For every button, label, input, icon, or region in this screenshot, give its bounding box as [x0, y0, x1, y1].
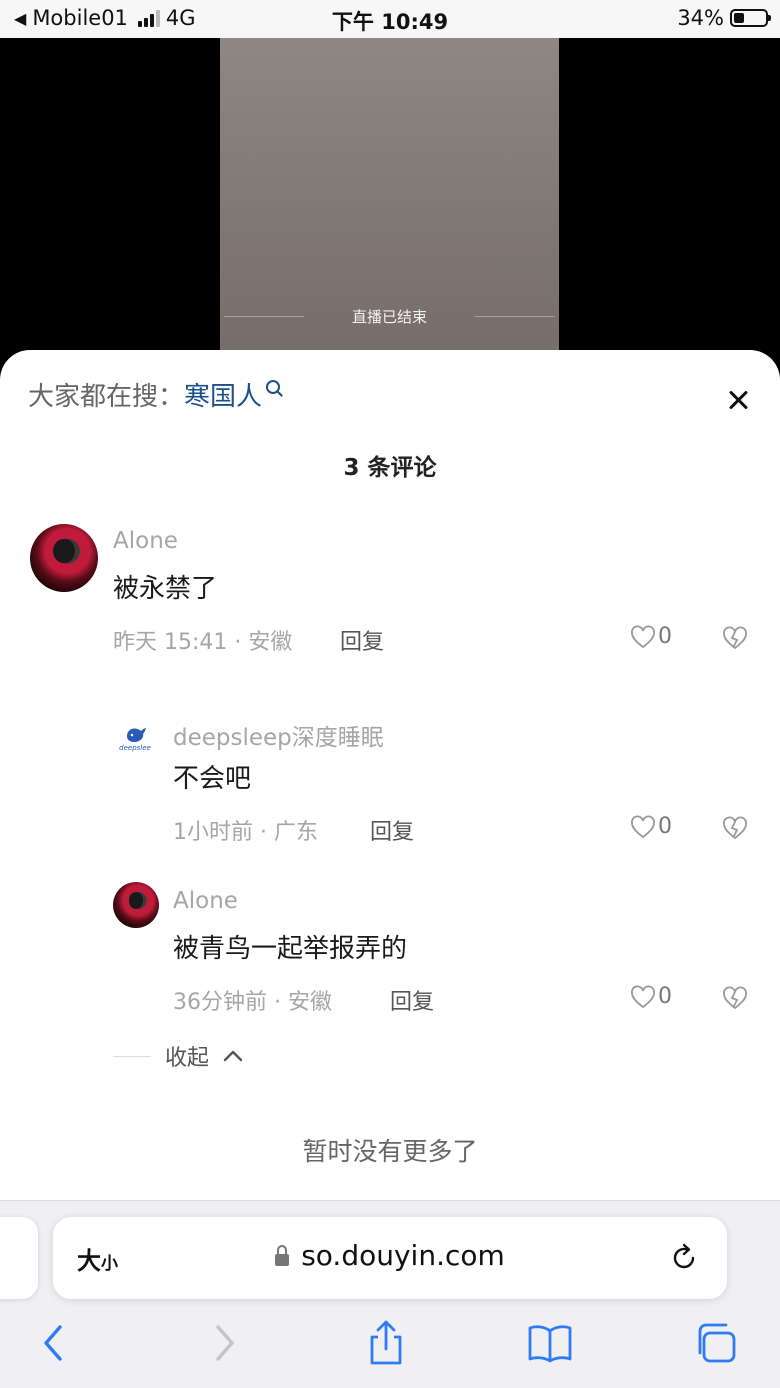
forward-chevron-icon[interactable]: [200, 1319, 248, 1367]
comment-text: 不会吧: [173, 764, 252, 794]
back-chevron-icon[interactable]: [30, 1319, 78, 1367]
network-label: 4G: [165, 6, 196, 30]
tabs-icon[interactable]: [692, 1319, 740, 1367]
search-term-link[interactable]: 寒国人: [184, 376, 262, 413]
live-ended-banner: 直播已结束: [220, 306, 559, 327]
collapse-label: 收起: [165, 1046, 210, 1071]
heart-icon: [631, 625, 655, 648]
divider: [223, 316, 304, 317]
battery-fill: [734, 13, 744, 23]
reply-button[interactable]: 回复: [370, 814, 414, 846]
url-text: so.douyin.com: [301, 1239, 505, 1272]
live-ended-text: 直播已结束: [351, 308, 427, 326]
reload-icon[interactable]: [667, 1241, 701, 1275]
status-bar: ◀ Mobile01 4G 下午 10:49 34%: [0, 0, 780, 38]
like-count: 0: [658, 984, 672, 1009]
like-count: 0: [658, 624, 672, 649]
signal-icon: [137, 9, 160, 27]
like-count: 0: [658, 814, 672, 839]
share-icon[interactable]: [362, 1319, 410, 1367]
previous-tab-peek[interactable]: [0, 1217, 38, 1299]
heart-icon: [631, 815, 655, 838]
comment-time: 36分钟前: [173, 990, 267, 1015]
avatar[interactable]: [113, 882, 159, 928]
lock-icon: [275, 1244, 290, 1266]
comment-meta: 36分钟前 · 安徽: [173, 990, 332, 1015]
broken-heart-icon[interactable]: [722, 816, 748, 840]
comment-location: 安徽: [248, 630, 293, 655]
comment-username[interactable]: deepsleep深度睡眠: [173, 718, 384, 752]
avatar[interactable]: deepslee: [113, 716, 157, 760]
comment-text: 被永禁了: [113, 574, 218, 604]
heart-icon: [631, 985, 655, 1008]
live-video[interactable]: 直播已结束: [220, 38, 559, 358]
avatar[interactable]: [30, 524, 98, 592]
broken-heart-icon[interactable]: [722, 626, 748, 650]
comment-meta: 昨天 15:41 · 安徽: [113, 630, 293, 655]
chevron-up-icon: [223, 1050, 243, 1062]
comment-meta: 1小时前 · 广东: [173, 820, 318, 845]
divider: [113, 1055, 151, 1057]
like-button[interactable]: 0: [630, 814, 672, 839]
bookmarks-icon[interactable]: [526, 1319, 574, 1367]
close-icon[interactable]: [726, 388, 750, 412]
svg-text:deepslee: deepslee: [119, 744, 151, 752]
comment-location: 广东: [273, 820, 318, 845]
reply-button[interactable]: 回复: [340, 624, 384, 656]
comment-text: 被青鸟一起举报弄的: [173, 934, 408, 964]
like-button[interactable]: 0: [630, 984, 672, 1009]
no-more-text: 暂时没有更多了: [302, 1137, 478, 1166]
trending-search[interactable]: 大家都在搜： 寒国人: [28, 376, 281, 413]
browser-chrome: 大小 so.douyin.com: [0, 1200, 780, 1388]
comment-username[interactable]: Alone: [113, 528, 178, 554]
like-button[interactable]: 0: [630, 624, 672, 649]
broken-heart-icon[interactable]: [722, 986, 748, 1010]
address-bar[interactable]: 大小 so.douyin.com: [53, 1217, 727, 1299]
back-to-app[interactable]: ◀ Mobile01 4G: [14, 6, 196, 30]
comment-time: 昨天 15:41: [113, 630, 228, 655]
comment-username[interactable]: Alone: [173, 888, 238, 914]
divider: [475, 316, 555, 317]
collapse-replies-button[interactable]: 收起: [113, 1040, 243, 1072]
back-app-label: Mobile01: [32, 6, 128, 30]
whale-logo-icon: deepslee: [119, 728, 151, 752]
browser-toolbar: [0, 1319, 780, 1379]
back-arrow-icon: ◀: [14, 8, 27, 28]
url-display[interactable]: so.douyin.com: [53, 1239, 727, 1272]
comment-location: 安徽: [287, 990, 332, 1015]
comment-time: 1小时前: [173, 820, 253, 845]
comments-sheet: 大家都在搜： 寒国人 3 条评论 Alone 被永禁了 昨天 15:41 · 安…: [0, 350, 780, 1200]
search-icon: [266, 379, 281, 394]
search-prefix: 大家都在搜：: [28, 382, 185, 412]
battery-percent: 34%: [677, 6, 724, 30]
reply-button[interactable]: 回复: [390, 984, 434, 1016]
comment-count: 3 条评论: [343, 455, 437, 481]
battery-icon: [730, 9, 771, 27]
